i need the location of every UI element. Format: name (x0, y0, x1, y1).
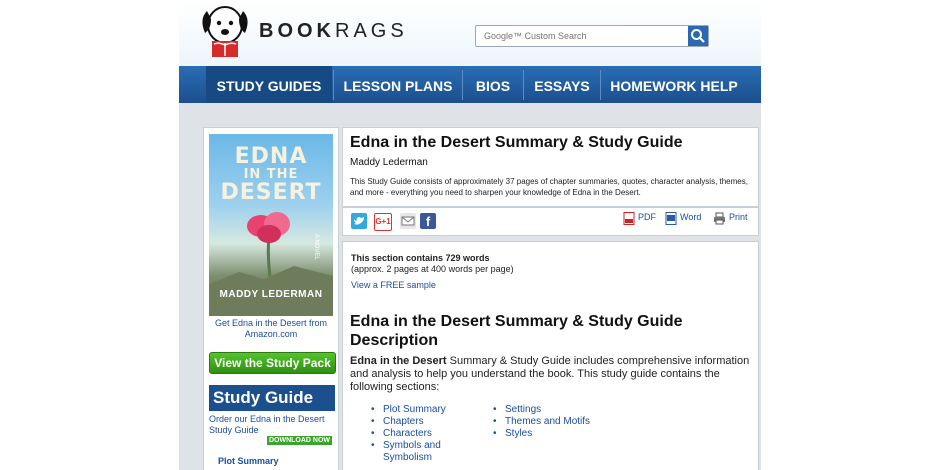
twitter-icon (354, 217, 364, 225)
section-link-characters[interactable]: Characters (371, 428, 481, 440)
section-page-estimate: (approx. 2 pages at 400 words per page) (351, 264, 514, 274)
main-nav: STUDY GUIDES LESSON PLANS BIOS ESSAYS HO… (179, 66, 761, 103)
word-download-link[interactable]: Word (680, 212, 701, 222)
section-link-settings[interactable]: Settings (493, 404, 593, 416)
site-header: BOOKRAGS (179, 0, 761, 66)
page-title: Edna in the Desert Summary & Study Guide (350, 134, 683, 151)
email-icon (401, 216, 415, 226)
nav-homework-help[interactable]: HOMEWORK HELP (602, 66, 746, 103)
dog-logo-icon[interactable] (197, 3, 253, 59)
search-button[interactable] (688, 26, 708, 46)
pdf-download-link[interactable]: PDF (638, 212, 656, 222)
book-cover-image[interactable]: EDNA IN THE DESERT A NOVEL MADDY LEDERMA… (209, 134, 333, 316)
download-now-button[interactable]: DOWNLOAD NOW (267, 436, 332, 445)
print-link[interactable]: Print (729, 212, 748, 222)
word-icon (665, 212, 677, 225)
nav-lesson-plans[interactable]: LESSON PLANS (335, 66, 461, 103)
twitter-share-button[interactable] (351, 213, 367, 229)
section-link-themes[interactable]: Themes and Motifs (493, 416, 593, 428)
search-icon (691, 29, 705, 43)
study-guide-heading: Study Guide (209, 385, 335, 411)
site-logo-text[interactable]: BOOKRAGS (259, 20, 408, 43)
bookrags-site: BOOKRAGS STUDY GUIDES LESSON PLANS BIOS … (179, 0, 761, 470)
sidebar-item-plot-summary[interactable]: Plot Summary (218, 456, 279, 466)
view-study-pack-button[interactable]: View the Study Pack (209, 352, 336, 374)
google-plus-button[interactable]: G+1 (374, 213, 392, 231)
description-book-title: Edna in the Desert (350, 355, 447, 367)
print-icon (714, 212, 725, 225)
nav-divider (600, 70, 601, 100)
description-body: Edna in the Desert Summary & Study Guide… (350, 355, 750, 393)
nav-divider (462, 70, 463, 100)
author-name: Maddy Lederman (350, 157, 428, 168)
facebook-share-button[interactable]: f (420, 213, 436, 229)
nav-bios[interactable]: BIOS (464, 66, 522, 103)
nav-essays[interactable]: ESSAYS (525, 66, 599, 103)
sections-list-left: Plot Summary Chapters Characters Symbols… (371, 404, 481, 464)
section-link-styles[interactable]: Styles (493, 428, 593, 440)
free-sample-link[interactable]: View a FREE sample (351, 280, 436, 290)
nav-divider (333, 70, 334, 100)
pdf-icon (623, 212, 635, 225)
nav-divider (523, 70, 524, 100)
section-link-symbols[interactable]: Symbols and Symbolism (371, 440, 481, 464)
amazon-link[interactable]: Get Edna in the Desert from Amazon.com (209, 318, 333, 340)
email-share-button[interactable] (400, 213, 416, 229)
cover-tag: A NOVEL (313, 234, 319, 260)
section-word-count: This section contains 729 words (351, 253, 490, 263)
search-box (475, 25, 709, 47)
nav-study-guides[interactable]: STUDY GUIDES (206, 66, 332, 103)
section-link-chapters[interactable]: Chapters (371, 416, 481, 428)
section-link-plot-summary[interactable]: Plot Summary (371, 404, 481, 416)
description-heading: Edna in the Desert Summary & Study Guide… (350, 313, 683, 349)
order-study-guide-link[interactable]: Order our Edna in the Desert Study Guide (209, 414, 333, 436)
search-input[interactable] (476, 26, 690, 46)
guide-description: This Study Guide consists of approximate… (350, 177, 748, 197)
cover-author: MADDY LEDERMAN (219, 289, 323, 300)
sections-list-right: Settings Themes and Motifs Styles (493, 404, 593, 440)
